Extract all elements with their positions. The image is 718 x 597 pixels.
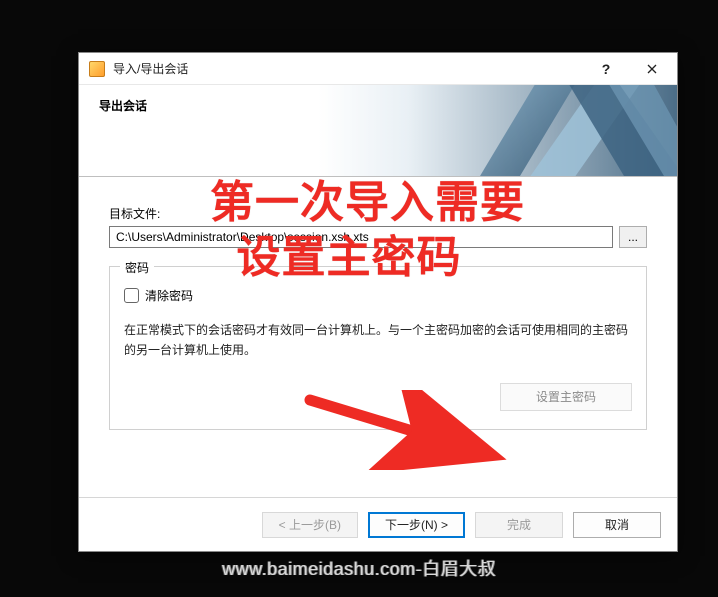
close-button[interactable] xyxy=(629,54,675,84)
wizard-content: 目标文件: ... 密码 清除密码 在正常模式下的会话密码才有效同一台计算机上。… xyxy=(79,177,677,497)
target-file-input[interactable] xyxy=(109,226,613,248)
finish-button[interactable]: 完成 xyxy=(475,512,563,538)
set-master-password-button[interactable]: 设置主密码 xyxy=(500,383,632,411)
import-export-dialog: 导入/导出会话 ? 导出会话 目标文件: ... xyxy=(78,52,678,552)
password-group: 密码 清除密码 在正常模式下的会话密码才有效同一台计算机上。与一个主密码加密的会… xyxy=(109,266,647,430)
app-icon xyxy=(89,61,105,77)
target-file-label: 目标文件: xyxy=(109,205,647,222)
target-file-row: ... xyxy=(109,226,647,248)
clear-password-label: 清除密码 xyxy=(145,287,193,304)
clear-password-checkbox[interactable] xyxy=(124,288,139,303)
password-legend: 密码 xyxy=(120,259,154,276)
wizard-footer: < 上一步(B) 下一步(N) > 完成 取消 xyxy=(79,497,677,551)
titlebar: 导入/导出会话 ? xyxy=(79,53,677,85)
wizard-header: 导出会话 xyxy=(79,85,677,177)
browse-button[interactable]: ... xyxy=(619,226,647,248)
help-button[interactable]: ? xyxy=(583,54,629,84)
close-icon xyxy=(647,64,657,74)
back-button[interactable]: < 上一步(B) xyxy=(262,512,358,538)
password-note: 在正常模式下的会话密码才有效同一台计算机上。与一个主密码加密的会话可使用相同的主… xyxy=(124,320,632,361)
next-button[interactable]: 下一步(N) > xyxy=(368,512,465,538)
cancel-button[interactable]: 取消 xyxy=(573,512,661,538)
brand-graphic xyxy=(457,85,677,177)
clear-password-row: 清除密码 xyxy=(124,287,632,304)
set-master-row: 设置主密码 xyxy=(124,383,632,411)
window-title: 导入/导出会话 xyxy=(113,60,583,77)
